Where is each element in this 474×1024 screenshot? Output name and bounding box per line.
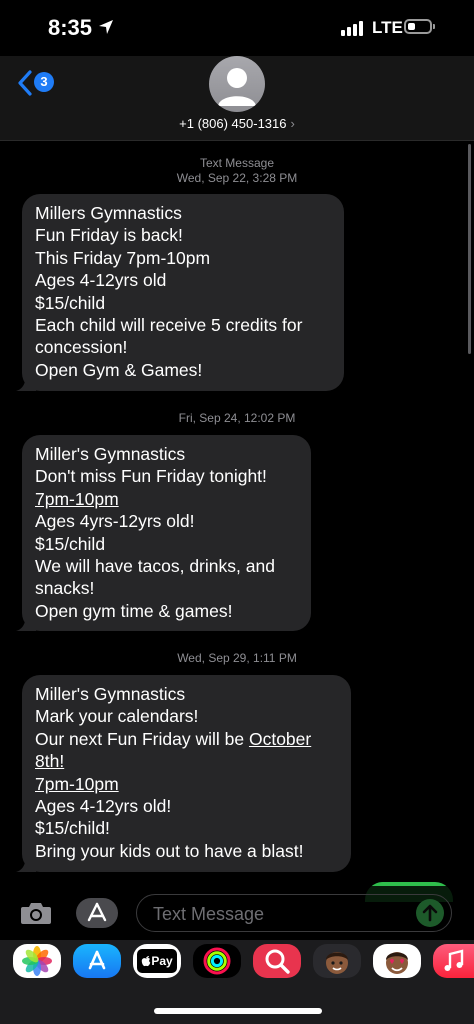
message-line: $15/child [35, 292, 106, 313]
music-icon [444, 949, 463, 971]
contact-name: +1 (806) 450-1316 [179, 116, 287, 131]
battery-cap [433, 24, 435, 29]
contact-avatar[interactable] [209, 56, 265, 112]
activity-app[interactable] [193, 944, 241, 978]
scrollbar[interactable] [468, 144, 471, 354]
message-line: Open Gym & Games! [35, 359, 203, 380]
apple-pay-app[interactable]: Pay [133, 944, 181, 978]
message-line: Each child will receive 5 credits for [35, 315, 303, 336]
message-bubble[interactable]: Miller's Gymnastics Mark your calendars!… [16, 675, 351, 872]
bubble-tail [16, 373, 36, 391]
date-link[interactable]: 8th! [35, 750, 338, 772]
arrow-up-icon [422, 904, 438, 922]
person-silhouette-icon [218, 68, 256, 106]
apple-logo-icon [142, 956, 151, 967]
bubble-tail [16, 854, 36, 872]
activity-icon [203, 947, 231, 975]
search-images-icon [265, 949, 290, 974]
message-input[interactable] [151, 895, 405, 933]
message-line: $15/child [35, 533, 106, 554]
composer-bar [0, 886, 474, 938]
message-line: concession! [35, 337, 128, 358]
time-link[interactable]: 7pm-10pm [35, 773, 338, 795]
message-line: Open gym time & games! [35, 600, 233, 621]
bubble-tail [16, 613, 36, 631]
photos-app[interactable] [13, 944, 61, 978]
timestamp-text: Fri, Sep 24, 12:02 PM [178, 411, 296, 425]
unread-count-badge[interactable]: 3 [34, 72, 54, 92]
timestamp-text: Wed, Sep 29, 1:11 PM [177, 651, 297, 665]
app-store-icon [88, 950, 106, 970]
status-time: 8:35 [48, 15, 93, 40]
timestamp: Wed, Sep 29, 1:11 PM [0, 651, 474, 666]
memoji-stickers-icon [386, 952, 408, 974]
app-store-app[interactable] [73, 944, 121, 978]
search-images-app[interactable] [253, 944, 301, 978]
message-line: $15/child! [35, 818, 110, 839]
battery-icon [404, 19, 432, 34]
photos-icon [22, 946, 52, 976]
message-text-field[interactable] [136, 894, 452, 933]
cellular-signal-icon [341, 21, 363, 36]
message-line: Ages 4yrs-12yrs old! [35, 511, 195, 532]
message-line: Mark your calendars! [35, 706, 199, 727]
message-line: Miller's Gymnastics [35, 684, 186, 704]
back-chevron-icon[interactable] [17, 70, 33, 96]
apple-pay-label: Pay [151, 954, 173, 968]
chevron-right-icon: › [290, 116, 295, 131]
message-bubble[interactable]: Millers Gymnastics Fun Friday is back! T… [16, 194, 344, 391]
memoji-icon [326, 952, 348, 974]
message-type-label: Text Message [199, 156, 275, 170]
timestamp-text: Wed, Sep 22, 3:28 PM [176, 171, 298, 185]
network-type: LTE [372, 18, 403, 37]
contact-name-row[interactable]: +1 (806) 450-1316 › [0, 116, 474, 131]
app-store-button[interactable] [76, 898, 118, 928]
message-line: This Friday 7pm-10pm [35, 247, 211, 268]
conversation-header: 3 +1 (806) 450-1316 › [0, 56, 474, 141]
status-bar: 8:35 LTE [0, 0, 474, 56]
camera-icon[interactable] [20, 901, 52, 925]
message-line: snacks! [35, 578, 95, 599]
message-bubble[interactable]: Miller's Gymnastics Don't miss Fun Frida… [16, 435, 311, 631]
message-line: Our next Fun Friday will be October [35, 728, 338, 750]
home-indicator[interactable] [154, 1008, 322, 1014]
apple-pay-icon: Pay [137, 949, 177, 973]
message-line: Ages 4-12yrs old! [35, 796, 172, 817]
message-text: Our next Fun Friday will be [35, 728, 249, 749]
location-arrow-icon [99, 20, 113, 34]
date-link[interactable]: October [249, 729, 311, 749]
timestamp: Fri, Sep 24, 12:02 PM [0, 411, 474, 426]
memoji-stickers-app[interactable] [373, 944, 421, 978]
message-line: Bring your kids out to have a blast! [35, 840, 304, 861]
music-app[interactable] [433, 944, 474, 978]
time-link[interactable]: 7pm-10pm [35, 488, 298, 510]
message-line: Millers Gymnastics [35, 203, 182, 223]
message-line: Don't miss Fun Friday tonight! [35, 466, 267, 487]
timestamp: Text Message Wed, Sep 22, 3:28 PM [0, 156, 474, 186]
message-line: We will have tacos, drinks, and [35, 556, 275, 577]
app-store-icon [87, 902, 107, 922]
message-line: Fun Friday is back! [35, 225, 183, 246]
memoji-app[interactable] [313, 944, 361, 978]
send-button[interactable] [416, 899, 444, 927]
message-line: Miller's Gymnastics [35, 444, 186, 464]
message-line: Ages 4-12yrs old [35, 270, 167, 291]
